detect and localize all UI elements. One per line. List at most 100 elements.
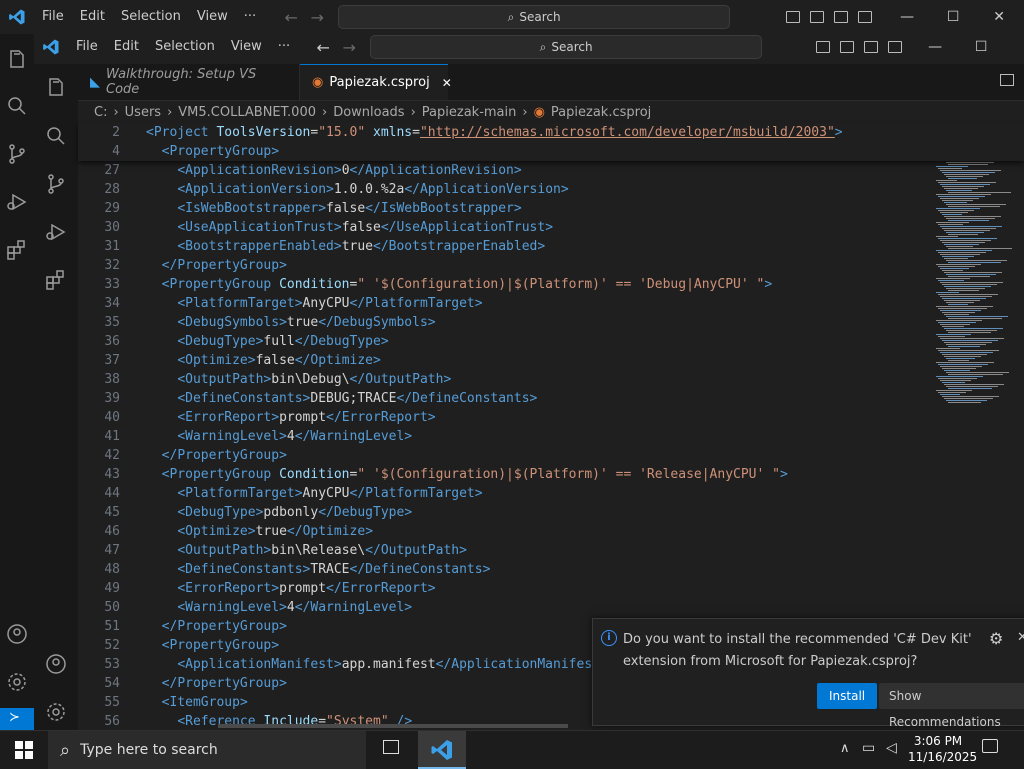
code-line: 42 </PropertyGroup> <box>104 448 287 463</box>
network-icon[interactable]: ▭ <box>862 740 875 756</box>
menu-view[interactable]: View <box>223 30 270 64</box>
explorer-icon[interactable] <box>5 48 29 72</box>
extensions-icon[interactable] <box>5 238 29 262</box>
menu-view[interactable]: View <box>189 0 236 34</box>
back-arrow-icon[interactable]: ← <box>310 38 336 57</box>
clock[interactable]: 3:06 PM 11/16/2025 <box>908 733 977 765</box>
extensions-icon[interactable] <box>44 268 68 292</box>
minimap-line <box>936 208 980 209</box>
code-line: 48 <DefineConstants>TRACE</DefineConstan… <box>104 562 491 577</box>
tab-bar: ◣ Walkthrough: Setup VS Code ◉ Papiezak.… <box>78 64 1024 101</box>
forward-arrow-icon[interactable]: → <box>336 38 362 57</box>
search-icon[interactable] <box>44 124 68 148</box>
minimap-line <box>936 194 991 195</box>
code-line: 41 <WarningLevel>4</WarningLevel> <box>104 429 413 444</box>
remote-indicator[interactable]: ≻ <box>0 708 34 730</box>
close-button[interactable]: ✕ <box>976 9 1022 25</box>
source-control-icon[interactable] <box>44 172 68 196</box>
breadcrumb-item[interactable]: Papiezak.csproj <box>551 105 651 120</box>
show-recommendations-button[interactable]: Show Recommendations <box>879 683 1024 729</box>
search-icon: ⌕ <box>507 9 515 24</box>
search-icon[interactable] <box>5 94 29 118</box>
menu-selection[interactable]: Selection <box>147 30 223 64</box>
taskbar-search-box[interactable]: ⌕ Type here to search <box>48 731 366 769</box>
breadcrumb-item[interactable]: VM5.COLLABNET.000 <box>178 105 316 120</box>
minimap-line <box>942 396 999 397</box>
minimap-line <box>938 210 974 211</box>
maximize-button[interactable]: ☐ <box>958 39 1004 55</box>
forward-arrow-icon[interactable]: → <box>304 8 330 27</box>
minimap-line <box>942 186 984 187</box>
horizontal-scrollbar[interactable] <box>218 724 568 728</box>
settings-gear-icon[interactable] <box>5 670 29 694</box>
toggle-sidebar-icon[interactable] <box>816 41 831 53</box>
minimap-line <box>938 308 987 309</box>
windows-start-icon[interactable] <box>15 741 33 759</box>
toggle-sidebar-icon[interactable] <box>786 11 801 23</box>
command-search-box[interactable]: ⌕ Search <box>338 5 731 29</box>
code-line: 47 <OutputPath>bin\Release\</OutputPath> <box>104 543 467 558</box>
toggle-panel-icon[interactable] <box>810 11 825 23</box>
minimap[interactable] <box>932 120 1024 620</box>
customize-layout-icon[interactable] <box>858 11 873 23</box>
minimap-line <box>942 242 985 243</box>
run-debug-icon[interactable] <box>5 190 29 214</box>
menu-file[interactable]: File <box>34 0 72 34</box>
tab-walkthrough[interactable]: ◣ Walkthrough: Setup VS Code <box>78 64 300 100</box>
menu-edit[interactable]: Edit <box>72 0 113 34</box>
minimap-line <box>946 274 996 275</box>
settings-gear-icon[interactable]: ⚙ <box>989 629 1003 648</box>
clock-time: 3:06 PM <box>913 734 963 748</box>
code-line: 46 <Optimize>true</Optimize> <box>104 524 374 539</box>
minimap-line <box>940 380 971 381</box>
minimap-line <box>948 276 990 277</box>
menu-edit[interactable]: Edit <box>106 30 147 64</box>
minimize-button[interactable]: — <box>884 9 930 25</box>
install-button[interactable]: Install <box>817 683 878 709</box>
tab-papiezak-csproj[interactable]: ◉ Papiezak.csproj ✕ <box>300 64 452 100</box>
minimap-line <box>938 224 963 225</box>
minimap-line <box>948 374 1003 375</box>
close-icon[interactable]: ✕ <box>1017 630 1024 645</box>
run-debug-icon[interactable] <box>44 220 68 244</box>
menu-file[interactable]: File <box>68 30 106 64</box>
menu-more[interactable]: ··· <box>270 30 298 64</box>
toggle-secondary-sidebar-icon[interactable] <box>834 11 849 23</box>
settings-gear-icon[interactable] <box>44 700 68 724</box>
toast-line-1: Do you want to install the recommended '… <box>623 632 972 647</box>
minimap-line <box>936 264 981 265</box>
toggle-secondary-sidebar-icon[interactable] <box>864 41 879 53</box>
maximize-button[interactable]: ☐ <box>930 9 976 25</box>
toggle-panel-icon[interactable] <box>840 41 855 53</box>
breadcrumb-item[interactable]: Downloads <box>333 105 404 120</box>
account-icon[interactable] <box>5 622 29 646</box>
menu-more[interactable]: ··· <box>236 0 264 34</box>
explorer-icon[interactable] <box>44 76 68 100</box>
back-arrow-icon[interactable]: ← <box>278 8 304 27</box>
customize-layout-icon[interactable] <box>888 41 903 53</box>
minimap-line <box>944 384 1004 385</box>
source-control-icon[interactable] <box>5 142 29 166</box>
minimize-button[interactable]: — <box>912 39 958 55</box>
menu-selection[interactable]: Selection <box>113 0 189 34</box>
notifications-icon[interactable] <box>982 739 998 753</box>
layout-controls <box>786 11 873 23</box>
info-icon: i <box>601 630 617 646</box>
breadcrumb-item[interactable]: Papiezak-main <box>422 105 517 120</box>
search-label: Search <box>551 40 593 54</box>
minimap-line <box>942 256 974 257</box>
volume-muted-icon[interactable]: ◁ <box>886 740 897 756</box>
minimap-line <box>938 252 986 253</box>
breadcrumb-item[interactable]: Users <box>125 105 161 120</box>
breadcrumb-item[interactable]: C: <box>94 105 107 120</box>
minimap-line <box>942 340 998 341</box>
task-view-icon[interactable] <box>383 740 399 754</box>
split-editor-icon[interactable] <box>1000 74 1014 86</box>
account-icon[interactable] <box>44 652 68 676</box>
code-line: 45 <DebugType>pdbonly</DebugType> <box>104 505 413 520</box>
command-search-box[interactable]: ⌕ Search <box>370 35 763 59</box>
minimap-line <box>938 322 976 323</box>
chevron-up-icon[interactable]: ∧ <box>840 741 850 756</box>
close-icon[interactable]: ✕ <box>442 76 452 90</box>
taskbar-vscode-button[interactable] <box>418 731 466 769</box>
